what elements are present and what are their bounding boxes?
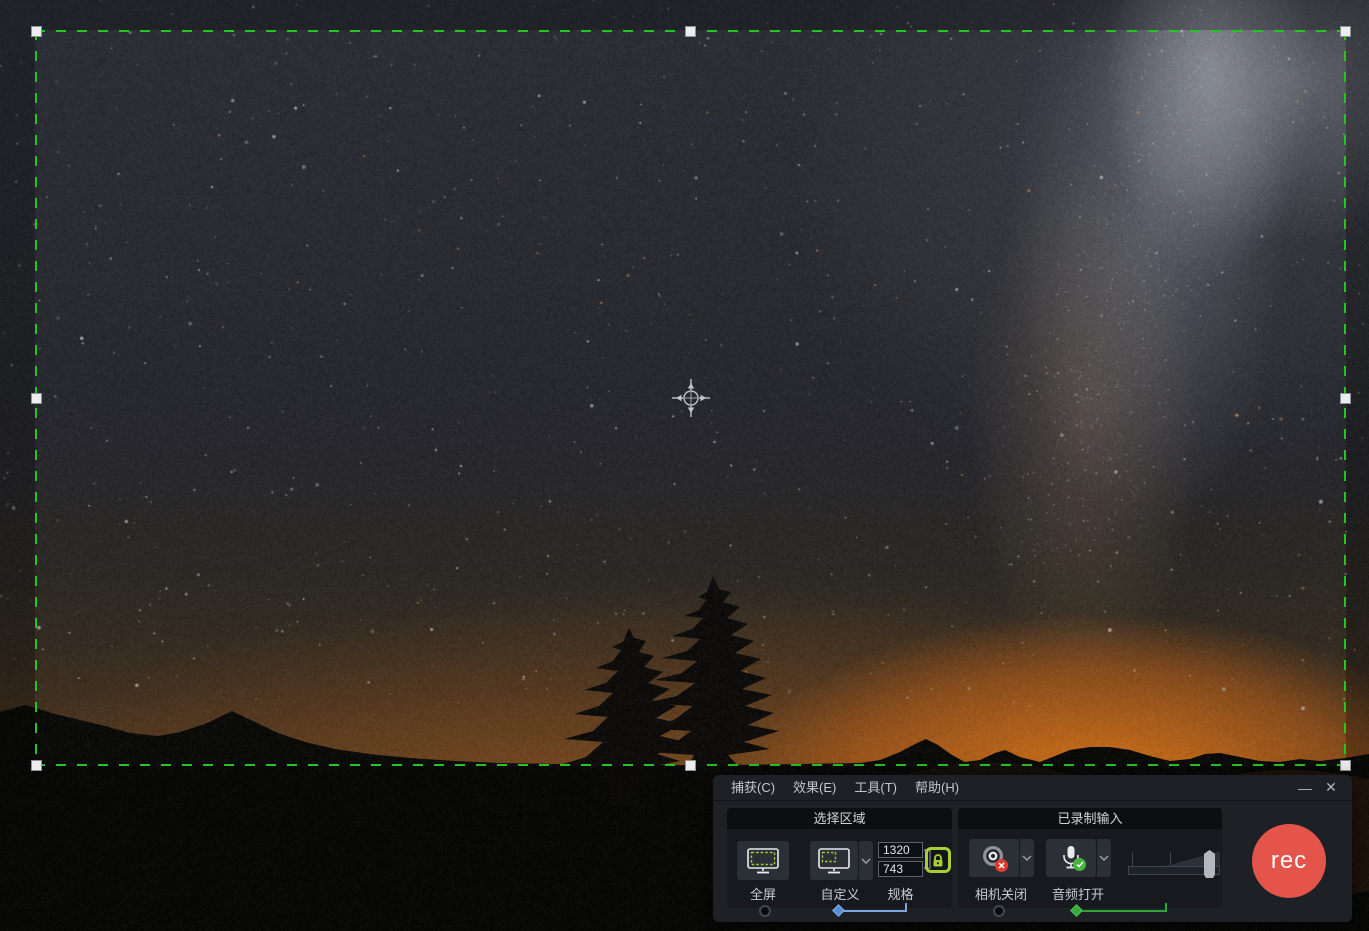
minimize-icon[interactable]: —	[1296, 780, 1314, 796]
menu-effects[interactable]: 效果(E)	[784, 775, 845, 801]
audio-toggle-button[interactable]	[1046, 839, 1096, 877]
custom-area-label: 自定义	[805, 884, 875, 903]
audio-indicator-connector	[1082, 910, 1167, 912]
close-icon[interactable]: ✕	[1322, 779, 1340, 796]
recorded-inputs-panel: 已录制输入 相机关闭	[958, 808, 1222, 908]
monitor-custom-icon	[817, 847, 851, 875]
fullscreen-button[interactable]	[737, 841, 789, 880]
fullscreen-label: 全屏	[729, 884, 797, 903]
camera-toggle-button[interactable]	[969, 839, 1019, 877]
width-input[interactable]	[878, 842, 923, 858]
height-input[interactable]	[878, 861, 923, 877]
menu-tools[interactable]: 工具(T)	[845, 775, 906, 801]
recorder-window: 捕获(C) 效果(E) 工具(T) 帮助(H) — ✕ 选择区域 全屏	[713, 775, 1352, 922]
audio-status-label: 音频打开	[1037, 884, 1119, 903]
select-area-panel: 选择区域 全屏	[727, 808, 952, 908]
selection-handle-mid-left[interactable]	[31, 393, 42, 404]
move-crosshair-icon[interactable]	[669, 376, 713, 420]
audio-level-meter	[1128, 846, 1220, 878]
fullscreen-indicator[interactable]	[759, 905, 771, 917]
selection-handle-bottom-left[interactable]	[31, 760, 42, 771]
custom-area-button[interactable]	[810, 841, 858, 880]
menu-capture[interactable]: 捕获(C)	[722, 775, 784, 801]
monitor-fullscreen-icon	[746, 847, 780, 875]
select-area-title: 选择区域	[727, 808, 952, 829]
selection-handle-bottom-right[interactable]	[1340, 760, 1351, 771]
selection-handle-bottom-center[interactable]	[685, 760, 696, 771]
audio-on-badge	[1073, 858, 1086, 871]
custom-indicator-connector-tail	[905, 903, 907, 910]
desktop-screen: 捕获(C) 效果(E) 工具(T) 帮助(H) — ✕ 选择区域 全屏	[0, 0, 1369, 931]
chevron-down-icon	[1022, 855, 1032, 861]
camera-off-badge	[995, 859, 1008, 872]
audio-dropdown[interactable]	[1097, 839, 1111, 877]
lock-icon	[932, 854, 944, 867]
camera-indicator[interactable]	[993, 905, 1005, 917]
aspect-lock-button[interactable]	[925, 847, 951, 873]
camera-dropdown[interactable]	[1020, 839, 1034, 877]
selection-handle-top-left[interactable]	[31, 26, 42, 37]
audio-indicator-connector-tail	[1165, 903, 1167, 910]
dimensions-label: 规格	[873, 884, 928, 903]
selection-handle-top-right[interactable]	[1340, 26, 1351, 37]
chevron-down-icon	[861, 858, 871, 864]
chevron-down-icon	[1099, 855, 1109, 861]
menu-bar: 捕获(C) 效果(E) 工具(T) 帮助(H) — ✕	[713, 775, 1352, 801]
recorded-inputs-title: 已录制输入	[958, 808, 1222, 829]
custom-area-dropdown[interactable]	[859, 841, 873, 880]
camera-status-label: 相机关闭	[960, 884, 1042, 903]
custom-indicator-connector	[844, 910, 907, 912]
selection-handle-mid-right[interactable]	[1340, 393, 1351, 404]
menu-help[interactable]: 帮助(H)	[906, 775, 968, 801]
record-button[interactable]: rec	[1252, 824, 1326, 898]
audio-level-slider-handle[interactable]	[1204, 850, 1215, 878]
record-button-label: rec	[1271, 847, 1307, 875]
selection-handle-top-center[interactable]	[685, 26, 696, 37]
